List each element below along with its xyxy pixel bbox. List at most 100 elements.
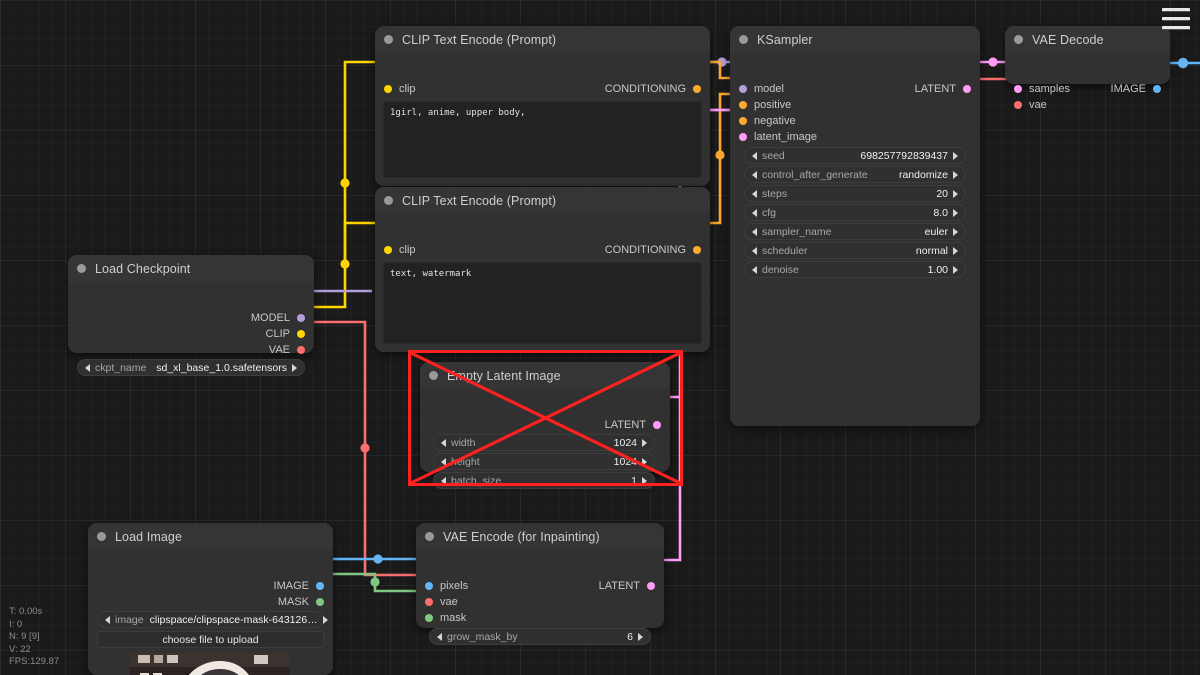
image-port-icon[interactable] [1153, 85, 1161, 93]
output-slot-clip[interactable]: CLIP [266, 327, 305, 341]
image-preview-thumbnail[interactable] [130, 653, 290, 675]
output-slot-model[interactable]: MODEL [251, 311, 305, 325]
node-empty-latent-image[interactable]: Empty Latent Image LATENT width 1024 hei… [420, 362, 670, 472]
node-ksampler[interactable]: KSampler model positive negative latent_… [730, 26, 980, 426]
collapse-dot-icon[interactable] [739, 35, 748, 44]
collapse-dot-icon[interactable] [425, 532, 434, 541]
input-slot-vae[interactable]: vae [425, 595, 458, 609]
widget-height[interactable]: height 1024 [433, 453, 655, 470]
latent-port-icon[interactable] [647, 582, 655, 590]
widget-batch-size[interactable]: batch_size 1 [433, 472, 655, 489]
decrement-arrow-icon[interactable] [441, 477, 446, 485]
clip-port-icon[interactable] [384, 246, 392, 254]
conditioning-port-icon[interactable] [693, 85, 701, 93]
widget-grow-mask-by[interactable]: grow_mask_by 6 [429, 628, 651, 645]
latent-port-icon[interactable] [1014, 85, 1022, 93]
widget-value[interactable]: clipspace/clipspace-mask-643126… [150, 614, 318, 626]
input-slot-mask[interactable]: mask [425, 611, 466, 625]
node-load-image[interactable]: Load Image IMAGE MASK image clipspace/cl… [88, 523, 333, 675]
input-slot-latent-image[interactable]: latent_image [739, 130, 817, 144]
node-load-checkpoint[interactable]: Load Checkpoint MODEL CLIP VAE ckpt_name… [68, 255, 314, 353]
output-slot-vae[interactable]: VAE [269, 343, 305, 357]
widget-control-after-generate[interactable]: control_after_generate randomize [744, 166, 966, 183]
widget-value[interactable]: 698257792839437 [860, 150, 948, 162]
collapse-dot-icon[interactable] [77, 264, 86, 273]
input-slot-clip[interactable]: clip [384, 82, 416, 96]
input-slot-clip[interactable]: clip [384, 243, 416, 257]
increment-arrow-icon[interactable] [953, 171, 958, 179]
conditioning-port-icon[interactable] [739, 117, 747, 125]
decrement-arrow-icon[interactable] [752, 266, 757, 274]
model-port-icon[interactable] [739, 85, 747, 93]
node-title-bar[interactable]: CLIP Text Encode (Prompt) [375, 187, 710, 214]
mask-port-icon[interactable] [316, 598, 324, 606]
node-clip-text-encode-negative[interactable]: CLIP Text Encode (Prompt) clip CONDITION… [375, 187, 710, 352]
widget-value[interactable]: 1024 [614, 437, 637, 449]
widget-value[interactable]: sd_xl_base_1.0.safetensors [156, 362, 287, 374]
mask-port-icon[interactable] [425, 614, 433, 622]
widget-denoise[interactable]: denoise 1.00 [744, 261, 966, 278]
input-slot-positive[interactable]: positive [739, 98, 791, 112]
decrement-arrow-icon[interactable] [441, 439, 446, 447]
widget-value[interactable]: 1024 [614, 456, 637, 468]
node-title-bar[interactable]: Load Checkpoint [68, 255, 314, 282]
decrement-arrow-icon[interactable] [752, 247, 757, 255]
node-vae-decode[interactable]: VAE Decode samples vae IMAGE [1005, 26, 1170, 84]
collapse-dot-icon[interactable] [1014, 35, 1023, 44]
clip-port-icon[interactable] [384, 85, 392, 93]
input-slot-negative[interactable]: negative [739, 114, 796, 128]
input-slot-samples[interactable]: samples [1014, 82, 1070, 96]
increment-arrow-icon[interactable] [953, 266, 958, 274]
increment-arrow-icon[interactable] [642, 477, 647, 485]
decrement-arrow-icon[interactable] [752, 152, 757, 160]
vae-port-icon[interactable] [297, 346, 305, 354]
vae-port-icon[interactable] [425, 598, 433, 606]
model-port-icon[interactable] [297, 314, 305, 322]
output-slot-image[interactable]: IMAGE [1111, 82, 1161, 96]
increment-arrow-icon[interactable] [953, 209, 958, 217]
widget-steps[interactable]: steps 20 [744, 185, 966, 202]
prompt-textarea-negative[interactable]: text, watermark [383, 262, 702, 344]
output-slot-conditioning[interactable]: CONDITIONING [605, 82, 701, 96]
prompt-textarea-positive[interactable]: 1girl, anime, upper body, [383, 101, 702, 178]
node-title-bar[interactable]: KSampler [730, 26, 980, 53]
widget-value[interactable]: 8.0 [933, 207, 948, 219]
widget-scheduler[interactable]: scheduler normal [744, 242, 966, 259]
increment-arrow-icon[interactable] [642, 458, 647, 466]
output-slot-latent[interactable]: LATENT [599, 579, 655, 593]
decrement-arrow-icon[interactable] [437, 633, 442, 641]
latent-port-icon[interactable] [739, 133, 747, 141]
widget-sampler-name[interactable]: sampler_name euler [744, 223, 966, 240]
input-slot-model[interactable]: model [739, 82, 784, 96]
output-slot-latent[interactable]: LATENT [915, 82, 971, 96]
node-vae-encode-for-inpainting[interactable]: VAE Encode (for Inpainting) pixels vae m… [416, 523, 664, 628]
hamburger-menu-icon[interactable] [1162, 8, 1190, 30]
increment-arrow-icon[interactable] [292, 364, 297, 372]
widget-value[interactable]: randomize [899, 169, 948, 181]
decrement-arrow-icon[interactable] [752, 171, 757, 179]
widget-value[interactable]: euler [925, 226, 948, 238]
widget-width[interactable]: width 1024 [433, 434, 655, 451]
output-slot-latent[interactable]: LATENT [605, 418, 661, 432]
widget-image[interactable]: image clipspace/clipspace-mask-643126… [97, 611, 324, 628]
collapse-dot-icon[interactable] [384, 35, 393, 44]
image-port-icon[interactable] [425, 582, 433, 590]
node-clip-text-encode-positive[interactable]: CLIP Text Encode (Prompt) clip CONDITION… [375, 26, 710, 186]
input-slot-vae[interactable]: vae [1014, 98, 1047, 112]
output-slot-image[interactable]: IMAGE [274, 579, 324, 593]
clip-port-icon[interactable] [297, 330, 305, 338]
latent-port-icon[interactable] [963, 85, 971, 93]
node-title-bar[interactable]: VAE Decode [1005, 26, 1170, 53]
node-title-bar[interactable]: Load Image [88, 523, 333, 550]
increment-arrow-icon[interactable] [953, 190, 958, 198]
decrement-arrow-icon[interactable] [752, 190, 757, 198]
output-slot-conditioning[interactable]: CONDITIONING [605, 243, 701, 257]
increment-arrow-icon[interactable] [953, 228, 958, 236]
choose-file-to-upload-button[interactable]: choose file to upload [97, 631, 324, 648]
widget-cfg[interactable]: cfg 8.0 [744, 204, 966, 221]
collapse-dot-icon[interactable] [429, 371, 438, 380]
increment-arrow-icon[interactable] [953, 247, 958, 255]
output-slot-mask[interactable]: MASK [278, 595, 324, 609]
widget-value[interactable]: 1 [631, 475, 637, 487]
widget-value[interactable]: 20 [936, 188, 948, 200]
